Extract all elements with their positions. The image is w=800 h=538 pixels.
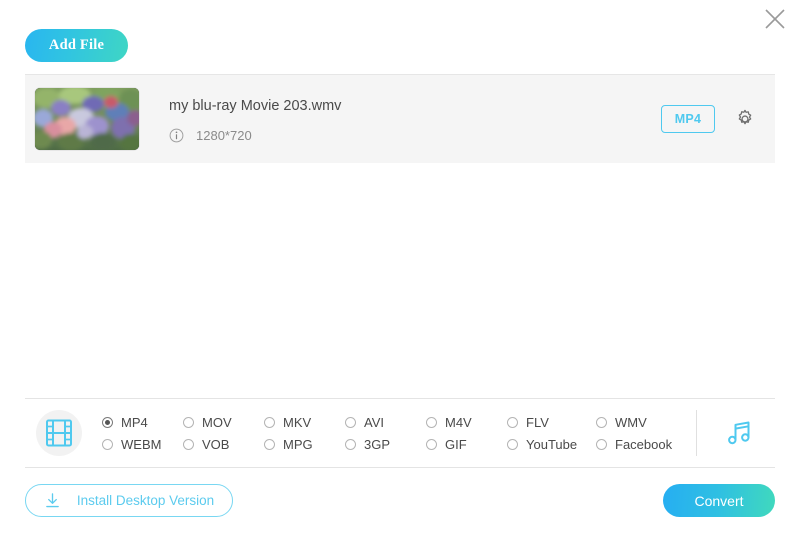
format-option-mov[interactable]: MOV bbox=[183, 411, 264, 433]
radio-icon bbox=[345, 416, 356, 428]
radio-icon bbox=[102, 438, 113, 450]
file-settings-button[interactable] bbox=[728, 102, 762, 136]
format-option-mpg[interactable]: MPG bbox=[264, 433, 345, 455]
info-icon bbox=[169, 128, 184, 143]
format-column: FLV YouTube bbox=[507, 411, 596, 455]
gear-icon bbox=[734, 108, 756, 130]
radio-icon bbox=[507, 438, 518, 450]
file-thumbnail bbox=[35, 88, 139, 150]
radio-icon bbox=[264, 416, 275, 428]
install-button-label: Install Desktop Version bbox=[76, 493, 215, 508]
format-options: MP4 WEBM MOV VOB MKV MPG AVI 3GP M4V GIF… bbox=[102, 411, 696, 455]
format-option-youtube[interactable]: YouTube bbox=[507, 433, 596, 455]
radio-icon bbox=[345, 438, 356, 450]
radio-icon bbox=[264, 438, 275, 450]
format-selection-bar: MP4 WEBM MOV VOB MKV MPG AVI 3GP M4V GIF… bbox=[25, 398, 775, 468]
close-icon bbox=[764, 8, 786, 30]
format-option-label: Facebook bbox=[615, 436, 673, 452]
format-column: MKV MPG bbox=[264, 411, 345, 455]
convert-button[interactable]: Convert bbox=[663, 484, 775, 517]
format-option-label: GIF bbox=[445, 436, 467, 452]
download-icon bbox=[44, 492, 61, 509]
radio-icon bbox=[507, 416, 518, 428]
format-option-label: FLV bbox=[526, 414, 549, 430]
format-option-label: WEBM bbox=[121, 436, 162, 452]
table-row[interactable]: my blu-ray Movie 203.wmv 1280*720 MP4 bbox=[25, 75, 775, 163]
format-option-3gp[interactable]: 3GP bbox=[345, 433, 426, 455]
format-option-label: M4V bbox=[445, 414, 472, 430]
format-option-gif[interactable]: GIF bbox=[426, 433, 507, 455]
radio-icon bbox=[596, 438, 607, 450]
audio-format-group-button[interactable] bbox=[719, 410, 761, 456]
radio-icon bbox=[183, 416, 194, 428]
format-option-label: MOV bbox=[202, 414, 232, 430]
video-format-group-button[interactable] bbox=[36, 410, 82, 456]
add-file-button[interactable]: Add File bbox=[25, 29, 128, 62]
format-option-label: 3GP bbox=[364, 436, 391, 452]
format-option-label: WMV bbox=[615, 414, 647, 430]
format-option-label: MPG bbox=[283, 436, 313, 452]
file-list: my blu-ray Movie 203.wmv 1280*720 MP4 bbox=[25, 74, 775, 163]
format-option-flv[interactable]: FLV bbox=[507, 411, 596, 433]
format-option-label: VOB bbox=[202, 436, 230, 452]
format-option-label: MP4 bbox=[121, 414, 148, 430]
format-option-facebook[interactable]: Facebook bbox=[596, 433, 685, 455]
music-note-icon bbox=[726, 419, 754, 447]
flower-garden-thumbnail-image bbox=[35, 88, 139, 150]
format-option-label: MKV bbox=[283, 414, 312, 430]
close-button[interactable] bbox=[756, 0, 794, 38]
radio-icon bbox=[102, 416, 113, 428]
add-file-container: Add File bbox=[25, 29, 128, 62]
radio-icon bbox=[183, 438, 194, 450]
file-subinfo: 1280*720 bbox=[169, 128, 661, 143]
file-name: my blu-ray Movie 203.wmv bbox=[169, 97, 342, 114]
file-resolution: 1280*720 bbox=[196, 127, 252, 143]
format-option-avi[interactable]: AVI bbox=[345, 411, 426, 433]
file-info: my blu-ray Movie 203.wmv 1280*720 bbox=[169, 96, 661, 143]
install-desktop-version-button[interactable]: Install Desktop Version bbox=[25, 484, 233, 517]
format-option-mp4[interactable]: MP4 bbox=[102, 411, 183, 433]
radio-icon bbox=[426, 416, 437, 428]
format-option-vob[interactable]: VOB bbox=[183, 433, 264, 455]
format-column: M4V GIF bbox=[426, 411, 507, 455]
radio-icon bbox=[426, 438, 437, 450]
format-column: WMV Facebook bbox=[596, 411, 685, 455]
format-divider bbox=[696, 410, 697, 456]
film-strip-icon bbox=[46, 419, 72, 447]
format-option-label: AVI bbox=[364, 414, 384, 430]
format-option-label: YouTube bbox=[526, 436, 578, 452]
format-option-m4v[interactable]: M4V bbox=[426, 411, 507, 433]
format-column: MP4 WEBM bbox=[102, 411, 183, 455]
target-format-badge[interactable]: MP4 bbox=[661, 105, 715, 133]
format-option-mkv[interactable]: MKV bbox=[264, 411, 345, 433]
radio-icon bbox=[596, 416, 607, 428]
format-option-webm[interactable]: WEBM bbox=[102, 433, 183, 455]
format-column: AVI 3GP bbox=[345, 411, 426, 455]
format-column: MOV VOB bbox=[183, 411, 264, 455]
format-option-wmv[interactable]: WMV bbox=[596, 411, 685, 433]
